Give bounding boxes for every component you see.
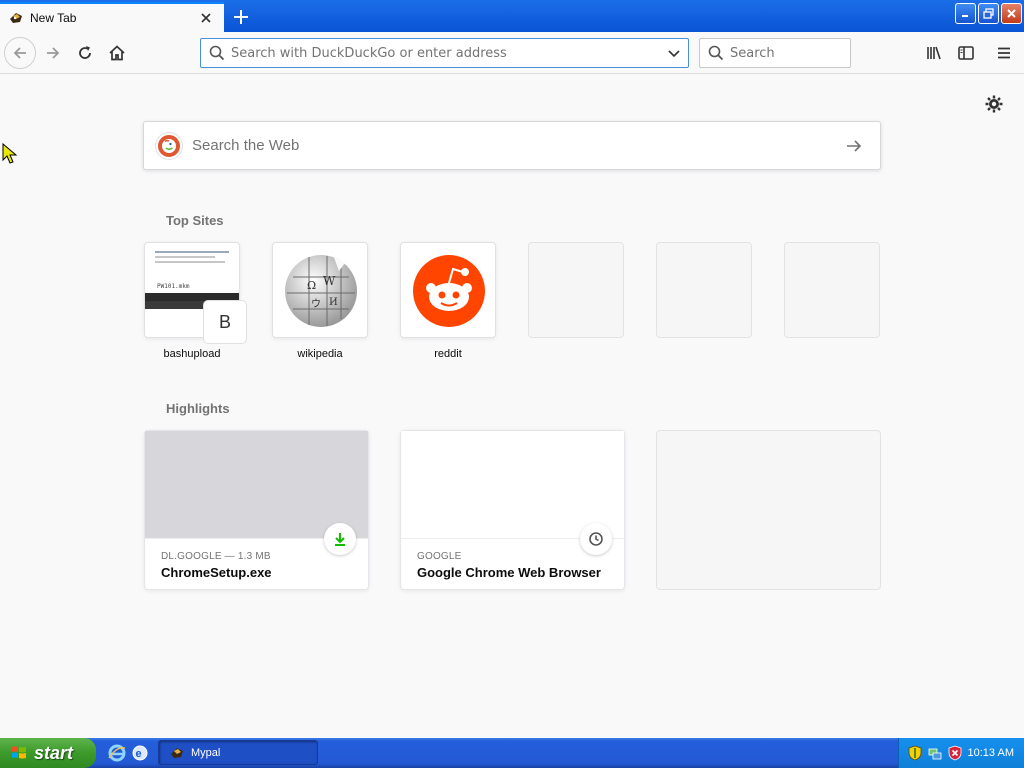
url-input[interactable] (231, 45, 660, 61)
top-site-reddit[interactable]: reddit (400, 242, 496, 360)
top-site-thumbnail (400, 242, 496, 338)
empty-tile (784, 242, 880, 338)
url-bar[interactable] (200, 38, 689, 68)
mypal-icon (10, 13, 22, 23)
site-label: wikipedia (297, 348, 343, 360)
minimize-button[interactable] (955, 3, 976, 24)
taskbar-clock: 10:13 AM (967, 747, 1014, 759)
close-icon[interactable] (198, 10, 214, 26)
back-button[interactable] (4, 37, 36, 69)
search-input[interactable] (730, 45, 850, 61)
sidebar-icon (958, 46, 974, 60)
top-site-wikipedia[interactable]: Ω W И ウ wikipedia (272, 242, 368, 360)
clock-icon (580, 523, 612, 555)
library-icon (927, 46, 941, 60)
top-sites-heading: Top Sites (166, 213, 224, 228)
top-site-placeholder (528, 242, 624, 338)
mouse-cursor-icon (2, 143, 18, 164)
restore-button[interactable] (978, 3, 999, 24)
new-tab-page: Top Sites PW101.mkm B bashupload Ω W (0, 75, 1024, 738)
new-tab-button[interactable] (229, 5, 253, 29)
hamburger-menu-icon (998, 47, 1010, 59)
tab-strip: New Tab (0, 0, 1024, 32)
top-site-placeholder (656, 242, 752, 338)
search-icon (708, 45, 724, 61)
minimize-icon (962, 15, 968, 17)
web-search-input[interactable] (192, 137, 834, 154)
reload-icon (79, 46, 91, 59)
svg-text:e: e (136, 748, 142, 760)
svg-text:Ω: Ω (307, 279, 316, 292)
download-icon (324, 523, 356, 555)
site-label: reddit (434, 348, 462, 360)
empty-tile (656, 242, 752, 338)
nav-toolbar (0, 32, 1024, 74)
page-thumbnail-lines (145, 243, 239, 263)
home-icon (109, 45, 125, 61)
web-search-box[interactable] (143, 121, 881, 170)
highlight-placeholder (656, 430, 881, 590)
back-arrow-icon (13, 47, 26, 59)
mail-client-icon[interactable]: e (131, 744, 149, 762)
reddit-logo-icon (413, 255, 485, 327)
start-label: start (34, 742, 74, 763)
svg-text:ウ: ウ (311, 298, 321, 310)
security-shield-icon[interactable] (907, 745, 923, 761)
window-controls (955, 3, 1022, 24)
gear-icon[interactable] (984, 94, 1004, 114)
plus-icon (234, 10, 248, 24)
arrow-right-icon (847, 139, 862, 152)
highlight-card-chromesetup[interactable]: DL.GOOGLE — 1.3 MB ChromeSetup.exe (144, 430, 369, 590)
network-icon[interactable] (927, 745, 943, 761)
thumbnail-dark-bar (145, 293, 239, 301)
search-icon (209, 45, 225, 61)
top-site-placeholder (784, 242, 880, 338)
site-label: bashupload (163, 348, 221, 360)
svg-text:W: W (323, 274, 336, 288)
mypal-icon (171, 747, 183, 758)
chevron-down-icon (668, 50, 680, 58)
highlight-title: ChromeSetup.exe (161, 565, 272, 580)
library-button[interactable] (918, 37, 950, 69)
highlight-card-google-chrome[interactable]: GOOGLE Google Chrome Web Browser (400, 430, 625, 590)
top-site-thumbnail: Ω W И ウ (272, 242, 368, 338)
forward-button[interactable] (37, 37, 69, 69)
sidebar-button[interactable] (950, 37, 982, 69)
highlight-title: Google Chrome Web Browser (417, 565, 601, 580)
window-close-button[interactable] (1001, 3, 1022, 24)
home-button[interactable] (101, 37, 133, 69)
taskbar-window-label: Mypal (191, 746, 221, 759)
start-button[interactable]: start (0, 738, 96, 768)
site-letter-badge: B (204, 301, 246, 343)
tab-title: New Tab (30, 11, 77, 25)
highlight-source: GOOGLE (417, 551, 462, 562)
highlight-source: DL.GOOGLE — 1.3 MB (161, 551, 271, 562)
url-dropdown-button[interactable] (660, 39, 688, 67)
taskbar: start e Mypal 10:13 AM (0, 738, 1024, 768)
menu-button[interactable] (988, 37, 1020, 69)
close-window-icon (1007, 9, 1016, 18)
top-site-bashupload[interactable]: PW101.mkm B bashupload (144, 242, 246, 360)
reload-button[interactable] (69, 37, 101, 69)
thumbnail-text: PW101.mkm (157, 283, 190, 290)
duckduckgo-logo-icon (156, 132, 182, 159)
restore-icon (983, 8, 994, 19)
tab-new-tab[interactable]: New Tab (0, 2, 224, 32)
internet-explorer-icon[interactable] (108, 744, 126, 762)
search-go-button[interactable] (834, 126, 874, 166)
search-bar[interactable] (699, 38, 851, 68)
highlights-heading: Highlights (166, 401, 230, 416)
taskbar-window-mypal[interactable]: Mypal (158, 740, 318, 765)
forward-arrow-icon (47, 47, 60, 59)
windows-logo-icon (12, 746, 26, 759)
empty-tile (528, 242, 624, 338)
security-alert-icon[interactable] (947, 745, 963, 761)
wikipedia-globe-icon: Ω W И ウ (285, 255, 357, 327)
system-tray: 10:13 AM (898, 738, 1024, 768)
svg-text:И: И (329, 297, 338, 308)
